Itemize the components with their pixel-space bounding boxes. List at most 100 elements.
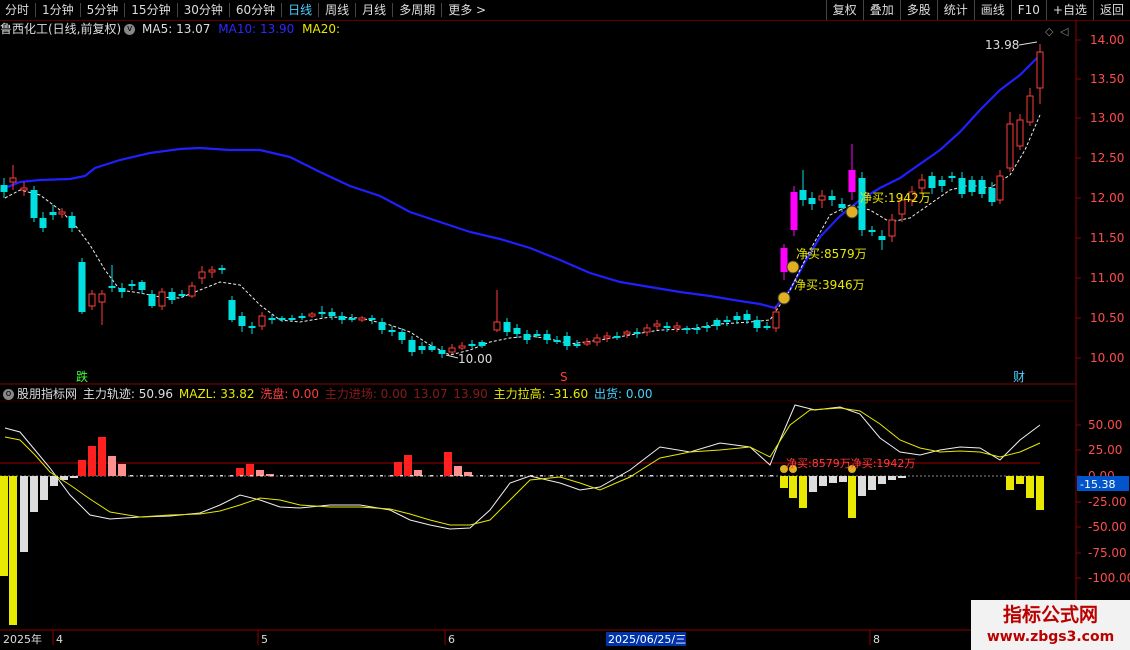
candle-body xyxy=(888,219,896,237)
candle-body xyxy=(258,315,266,327)
baseline-dot xyxy=(730,475,733,477)
candle-body xyxy=(958,178,966,194)
candle-body xyxy=(328,312,336,316)
candle-body xyxy=(308,313,316,317)
candle-body xyxy=(238,316,246,326)
baseline-dot xyxy=(390,475,393,477)
baseline-dot xyxy=(600,475,603,477)
candle-body xyxy=(643,327,651,333)
candle-body xyxy=(838,204,846,208)
kline-chart[interactable]: 14.00 13.50 13.00 12.50 12.00 11.50 11.00 10.50… xyxy=(0,0,1130,650)
baseline-dot xyxy=(700,475,703,477)
candle-body xyxy=(458,345,466,349)
candle-body xyxy=(288,318,296,320)
marker-die: 跌 xyxy=(76,369,88,384)
candle-body xyxy=(218,268,226,270)
baseline-dot xyxy=(690,475,693,477)
candle-body xyxy=(683,328,691,330)
sub-bar xyxy=(1006,476,1014,490)
baseline-dot xyxy=(310,475,313,477)
baseline-dot xyxy=(130,475,133,477)
sub-bar xyxy=(404,455,412,476)
sub-bar xyxy=(848,476,856,518)
baseline-dot xyxy=(150,475,153,477)
baseline-dot xyxy=(290,475,293,477)
candle-body xyxy=(478,342,486,346)
collapse-icon[interactable]: ◁ xyxy=(1060,25,1069,38)
candle-body xyxy=(88,293,96,307)
candle-body xyxy=(398,332,406,340)
candle-body xyxy=(753,320,761,328)
money-bag-icon xyxy=(845,205,859,219)
candle-body xyxy=(623,331,631,335)
candle-body xyxy=(996,175,1004,201)
watermark: 指标公式网 www.zbgs3.com xyxy=(971,600,1130,650)
candle-body xyxy=(543,334,551,340)
high-pointer xyxy=(1018,41,1038,46)
sub-tick-label: 50.00 xyxy=(1088,418,1122,432)
candle-body xyxy=(848,170,856,192)
candle-body xyxy=(780,248,788,272)
x-label-year: 2025年 xyxy=(3,632,42,646)
sub-bar xyxy=(1026,476,1034,498)
baseline-dot xyxy=(660,475,663,477)
candle-body xyxy=(663,326,671,328)
candle-body xyxy=(1006,123,1014,169)
sub-bar xyxy=(0,476,8,576)
baseline-dot xyxy=(300,475,303,477)
candle-body xyxy=(493,321,501,331)
baseline-dot xyxy=(750,475,753,477)
candle-body xyxy=(713,320,721,326)
baseline-dot xyxy=(550,475,553,477)
watermark-url: www.zbgs3.com xyxy=(986,629,1115,645)
baseline-dot xyxy=(590,475,593,477)
baseline-dot xyxy=(180,475,183,477)
candle-body xyxy=(208,269,216,273)
candle-body xyxy=(0,185,8,192)
sub-bar xyxy=(9,476,17,625)
baseline-dot xyxy=(430,475,433,477)
candle-body xyxy=(988,188,996,202)
sub-bar xyxy=(1036,476,1044,510)
sub-bar xyxy=(88,446,96,476)
candle-body xyxy=(553,340,561,342)
x-label-aug: 8 xyxy=(873,633,880,646)
marker-s: S xyxy=(560,370,568,384)
sub-tick-label: -50.00 xyxy=(1088,520,1127,534)
baseline-dot xyxy=(200,475,203,477)
sub-bar xyxy=(868,476,876,490)
baseline-dot xyxy=(340,475,343,477)
candle-body xyxy=(358,317,366,321)
candle-body xyxy=(188,285,196,297)
price-tick-label: 13.00 xyxy=(1090,111,1124,125)
candle-body xyxy=(278,318,286,320)
candle-body xyxy=(30,190,38,218)
price-tick-label: 11.50 xyxy=(1090,231,1124,245)
sub-bar xyxy=(819,476,827,486)
sub-bar xyxy=(444,452,452,476)
price-tick-label: 12.00 xyxy=(1090,191,1124,205)
candle-body xyxy=(9,177,17,183)
baseline-dot xyxy=(580,475,583,477)
sub-bar xyxy=(454,466,462,476)
baseline-dot xyxy=(640,475,643,477)
candle-body xyxy=(799,190,807,200)
baseline-dot xyxy=(250,475,253,477)
sub-bar xyxy=(246,464,254,476)
sub-bar xyxy=(780,476,788,488)
baseline-dot xyxy=(770,475,773,477)
high-price-label: 13.98 xyxy=(985,38,1019,52)
baseline-dot xyxy=(450,475,453,477)
sub-overlay-text: 净买:8579万净买:1942万 xyxy=(786,456,915,470)
candle-body xyxy=(428,346,436,350)
candle-body xyxy=(58,211,66,215)
candle-body xyxy=(268,318,276,320)
candle-body xyxy=(178,294,186,296)
candle-body xyxy=(228,300,236,320)
diamond-icon[interactable]: ◇ xyxy=(1045,25,1054,38)
low-price-label: 10.00 xyxy=(458,352,492,366)
candle-body xyxy=(868,230,876,232)
baseline-dot xyxy=(760,475,763,477)
sub-bar xyxy=(118,464,126,476)
sub-bar xyxy=(858,476,866,496)
